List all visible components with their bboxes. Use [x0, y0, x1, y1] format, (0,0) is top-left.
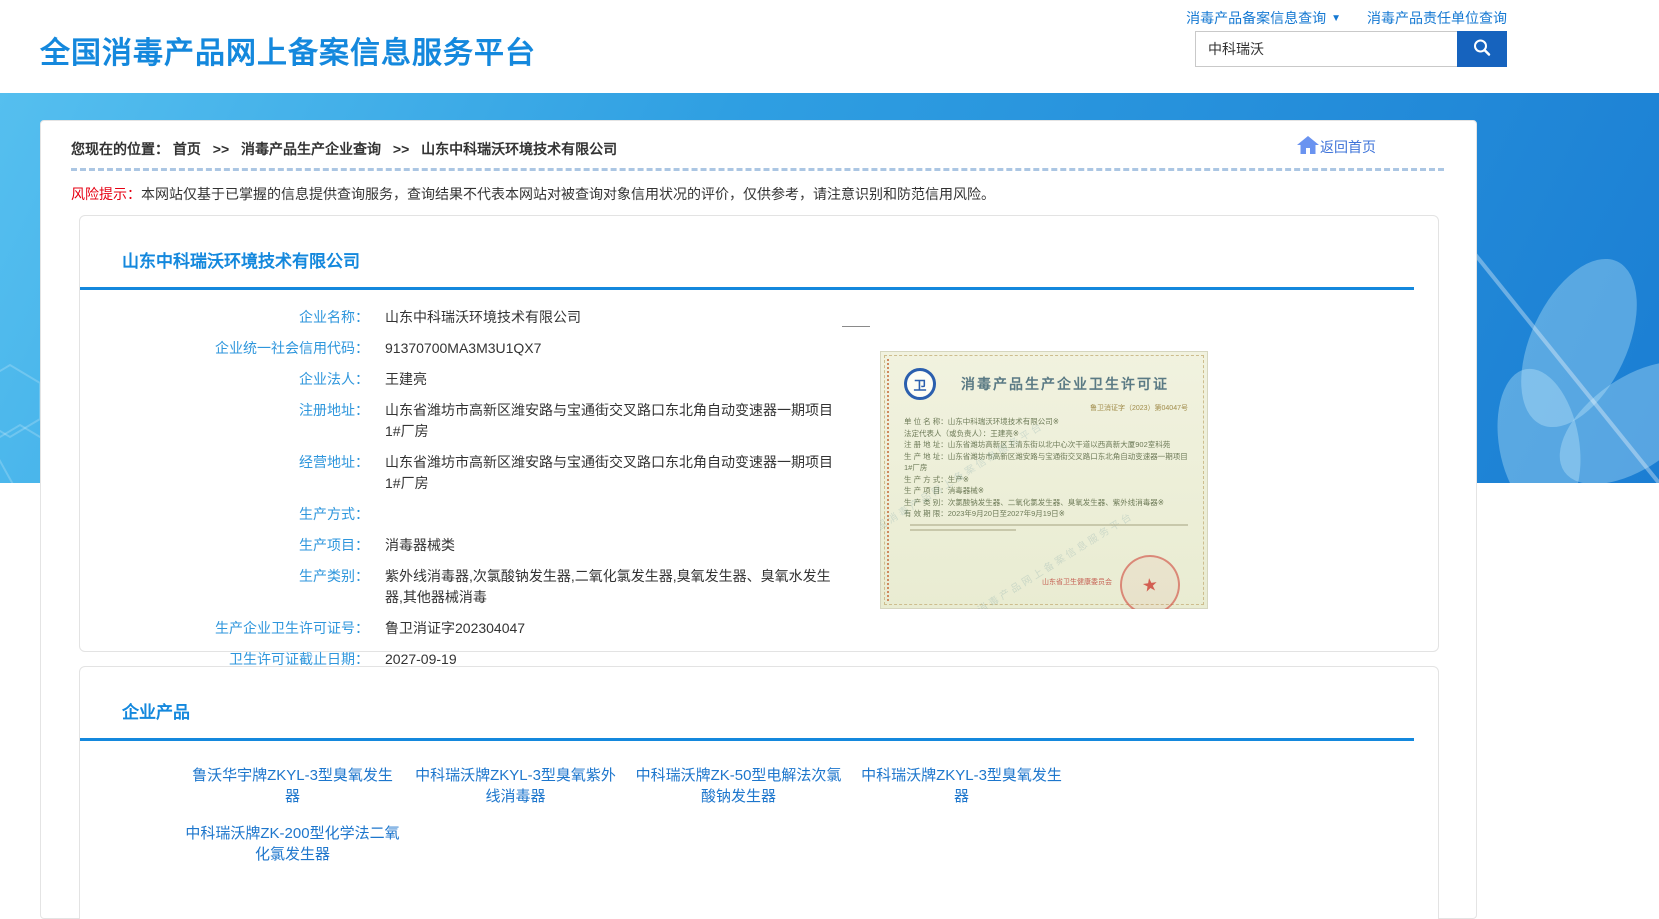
field-row-business-address: 经营地址： 山东省潍坊市高新区潍安路与宝通街交叉路口东北角自动变速器一期项目1#…	[80, 447, 870, 499]
certificate-line: 有 效 期 限：2023年9月20日至2027年9月19日※	[904, 508, 1194, 520]
certificate-number: 鲁卫消证字（2023）第04047号	[880, 403, 1188, 413]
risk-notice-text: 本网站仅基于已掌握的信息提供查询服务，查询结果不代表本网站对被查询对象信用状况的…	[141, 186, 995, 202]
dash-decoration	[842, 326, 870, 327]
top-nav: 消毒产品备案信息查询 ▼ 消毒产品责任单位查询	[1186, 8, 1507, 28]
return-home-link[interactable]: 返回首页	[1296, 135, 1376, 158]
dashed-divider	[71, 168, 1444, 171]
risk-notice: 风险提示：本网站仅基于已掌握的信息提供查询服务，查询结果不代表本网站对被查询对象…	[71, 184, 1446, 204]
company-name-title: 山东中科瑞沃环境技术有限公司	[122, 247, 1438, 272]
risk-notice-prefix: 风险提示：	[71, 186, 141, 202]
certificate-line: 生 产 项 目：消毒器械※	[904, 485, 1194, 497]
breadcrumb-item-enterprise-query[interactable]: 消毒产品生产企业查询	[241, 141, 381, 157]
field-row-company-name: 企业名称： 山东中科瑞沃环境技术有限公司	[80, 302, 870, 333]
certificate-line: 法定代表人（或负责人）：王建亮※	[904, 428, 1194, 440]
company-info-card: 山东中科瑞沃环境技术有限公司 企业名称： 山东中科瑞沃环境技术有限公司 企业统一…	[79, 215, 1439, 652]
certificate-perforation	[887, 359, 889, 601]
top-header: 全国消毒产品网上备案信息服务平台 消毒产品备案信息查询 ▼ 消毒产品责任单位查询	[0, 0, 1659, 93]
certificate-title: 消毒产品生产企业卫生许可证	[936, 374, 1194, 394]
field-row-legal-person: 企业法人： 王建亮	[80, 364, 870, 395]
products-section-title: 企业产品	[122, 698, 1438, 723]
product-link[interactable]: 中科瑞沃牌ZK-50型电解法次氯酸钠发生器	[631, 765, 846, 807]
certificate-line: 注 册 地 址：山东省潍坊高新区玉清东街以北中心次干道以西高新大厦902室科苑	[904, 439, 1194, 451]
nav-link-record-info-query[interactable]: 消毒产品备案信息查询 ▼	[1186, 8, 1341, 28]
certificate-watermark: 全国消毒产品网上备案信息服务平台	[952, 507, 1136, 609]
product-link[interactable]: 中科瑞沃牌ZK-200型化学法二氧化氯发生器	[185, 823, 400, 865]
field-row-production-method: 生产方式：	[80, 499, 870, 530]
certificate-body: 单 位 名 称：山东中科瑞沃环境技术有限公司※ 法定代表人（或负责人）：王建亮※…	[904, 416, 1194, 520]
breadcrumb-separator: >>	[393, 141, 409, 157]
certificate-line: 生 产 类 别：次氯酸钠发生器、二氧化氯发生器、臭氧发生器、紫外线消毒器※	[904, 497, 1194, 509]
site-title: 全国消毒产品网上备案信息服务平台	[40, 28, 536, 72]
breadcrumb-prefix: 您现在的位置：	[71, 141, 169, 157]
content-panel: 您现在的位置： 首页 >> 消毒产品生产企业查询 >> 山东中科瑞沃环境技术有限…	[40, 120, 1477, 919]
card-title-rule	[80, 287, 1414, 290]
hygiene-license-certificate-image: 全国消毒产品网上备案信息服务平台 全国消毒产品网上备案信息服务平台 卫 消毒产品…	[880, 351, 1208, 609]
breadcrumb: 您现在的位置： 首页 >> 消毒产品生产企业查询 >> 山东中科瑞沃环境技术有限…	[71, 137, 1446, 161]
chevron-down-icon: ▼	[1331, 13, 1341, 24]
product-link[interactable]: 中科瑞沃牌ZKYL-3型臭氧紫外线消毒器	[408, 765, 623, 807]
breadcrumb-item-home[interactable]: 首页	[173, 141, 201, 157]
return-home-label: 返回首页	[1320, 137, 1376, 157]
certificate-line: 生 产 地 址：山东省潍坊市高新区潍安路与宝通街交叉路口东北角自动变速器一期项目…	[904, 451, 1194, 474]
company-products-card: 企业产品 鲁沃华宇牌ZKYL-3型臭氧发生器 中科瑞沃牌ZKYL-3型臭氧紫外线…	[79, 666, 1439, 919]
breadcrumb-item-company: 山东中科瑞沃环境技术有限公司	[421, 141, 617, 157]
breadcrumb-separator: >>	[213, 141, 229, 157]
page: 全国消毒产品网上备案信息服务平台 消毒产品备案信息查询 ▼ 消毒产品责任单位查询	[0, 0, 1659, 919]
search-box	[1195, 31, 1507, 67]
field-row-credit-code: 企业统一社会信用代码： 91370700MA3M3U1QX7	[80, 333, 870, 364]
home-icon	[1296, 135, 1320, 158]
nav-link-record-info-query-label: 消毒产品备案信息查询	[1186, 8, 1326, 28]
product-link[interactable]: 鲁沃华宇牌ZKYL-3型臭氧发生器	[185, 765, 400, 807]
field-row-production-category: 生产类别： 紫外线消毒器,次氯酸钠发生器,二氧化氯发生器,臭氧发生器、臭氧水发生…	[80, 561, 870, 613]
nav-link-responsible-unit-query[interactable]: 消毒产品责任单位查询	[1367, 8, 1507, 28]
red-seal-icon: ★	[1116, 551, 1184, 609]
product-list: 鲁沃华宇牌ZKYL-3型臭氧发生器 中科瑞沃牌ZKYL-3型臭氧紫外线消毒器 中…	[80, 741, 1130, 881]
field-row-registered-address: 注册地址： 山东省潍坊市高新区潍安路与宝通街交叉路口东北角自动变速器一期项目1#…	[80, 395, 870, 447]
certificate-fine-print	[910, 524, 1188, 531]
search-input[interactable]	[1195, 31, 1457, 67]
certificate-line: 生 产 方 式：生产※	[904, 474, 1194, 486]
certificate-issuer: 山东省卫生健康委员会	[1042, 577, 1112, 587]
health-emblem-icon: 卫	[904, 368, 936, 400]
field-row-license-number: 生产企业卫生许可证号： 鲁卫消证字202304047	[80, 613, 870, 644]
search-icon	[1471, 37, 1493, 62]
company-fields: 企业名称： 山东中科瑞沃环境技术有限公司 企业统一社会信用代码： 9137070…	[80, 302, 870, 675]
field-row-production-project: 生产项目： 消毒器械类	[80, 530, 870, 561]
search-button[interactable]	[1457, 31, 1507, 67]
product-link[interactable]: 中科瑞沃牌ZKYL-3型臭氧发生器	[854, 765, 1069, 807]
certificate-line: 单 位 名 称：山东中科瑞沃环境技术有限公司※	[904, 416, 1194, 428]
